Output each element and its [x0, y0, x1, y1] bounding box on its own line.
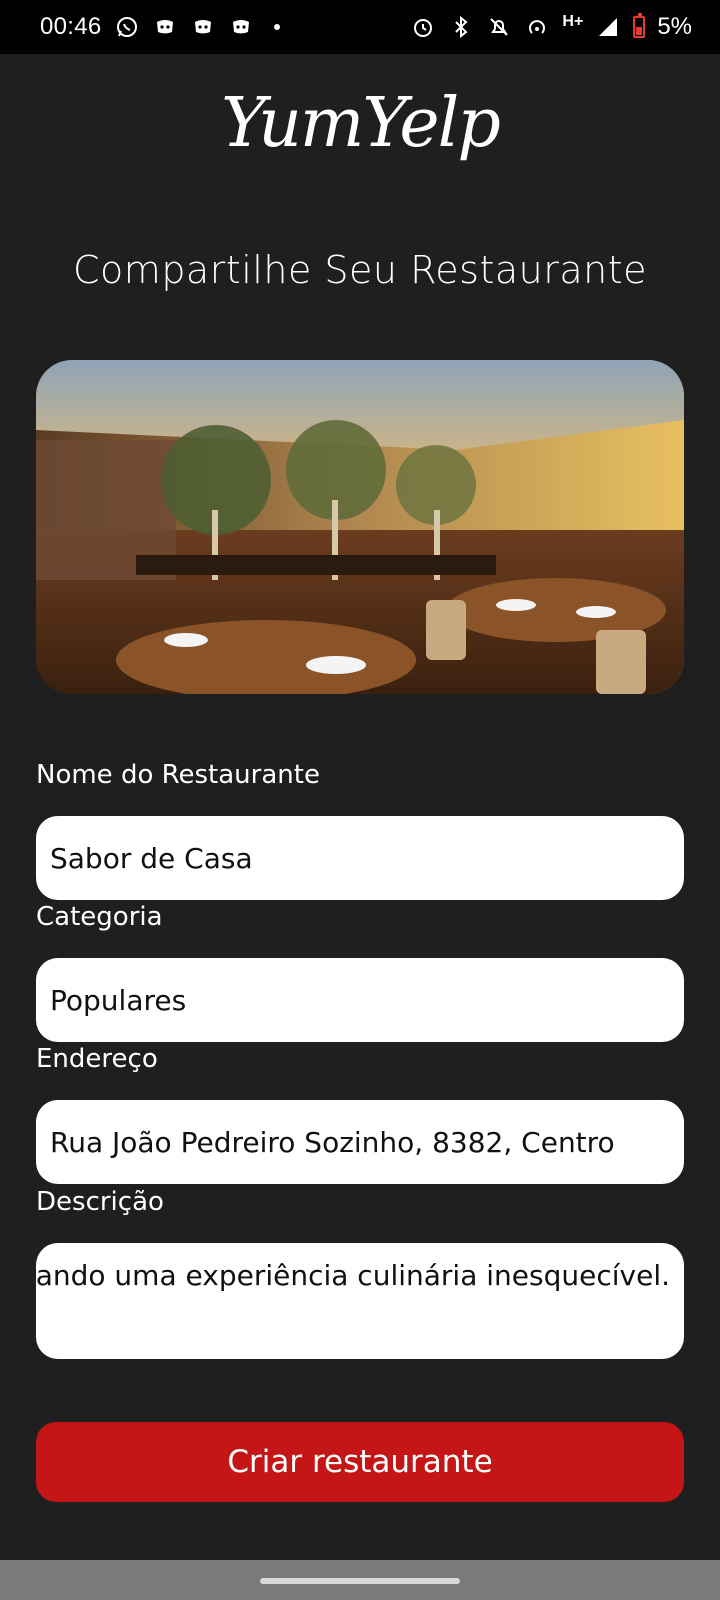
- address-input[interactable]: Rua João Pedreiro Sozinho, 8382, Centro: [36, 1100, 684, 1184]
- description-textarea[interactable]: ionando uma experiência culinária inesqu…: [36, 1243, 684, 1359]
- status-right: H+ 5%: [410, 13, 692, 41]
- alarm-icon: [410, 14, 436, 40]
- category-input[interactable]: Populares: [36, 958, 684, 1042]
- create-restaurant-button[interactable]: Criar restaurante: [36, 1422, 684, 1502]
- home-handle[interactable]: [260, 1578, 460, 1584]
- signal-icon: [595, 14, 621, 40]
- address-value: Rua João Pedreiro Sozinho, 8382, Centro: [50, 1125, 615, 1159]
- network-type: H+: [562, 13, 584, 30]
- status-bar: 00:46 H+ 5%: [0, 0, 720, 54]
- discord-icon: [152, 14, 178, 40]
- restaurant-name-input[interactable]: Sabor de Casa: [36, 816, 684, 900]
- navigation-bar: [0, 1560, 720, 1600]
- battery-low-icon: [633, 13, 646, 38]
- status-time: 00:46: [40, 13, 102, 40]
- hotspot-icon: [524, 14, 550, 40]
- description-label: Descrição: [36, 1187, 164, 1217]
- more-notifications-dot: [273, 24, 280, 30]
- category-label: Categoria: [36, 902, 163, 932]
- discord-icon: [228, 14, 254, 40]
- notifications-off-icon: [486, 14, 512, 40]
- restaurant-name-label: Nome do Restaurante: [36, 760, 320, 790]
- page-title: Compartilhe Seu Restaurante: [73, 248, 647, 292]
- battery-percent: 5%: [657, 13, 692, 40]
- address-label: Endereço: [36, 1044, 158, 1074]
- whatsapp-icon: [114, 14, 140, 40]
- category-value: Populares: [50, 983, 187, 1017]
- description-value: ionando uma experiência culinária inesqu…: [36, 1259, 670, 1292]
- bluetooth-icon: [448, 14, 474, 40]
- restaurant-name-value: Sabor de Casa: [50, 841, 253, 875]
- restaurant-image: [36, 360, 684, 694]
- discord-icon: [190, 14, 216, 40]
- status-left: 00:46: [40, 13, 280, 41]
- app-logo: YumYelp: [221, 84, 501, 163]
